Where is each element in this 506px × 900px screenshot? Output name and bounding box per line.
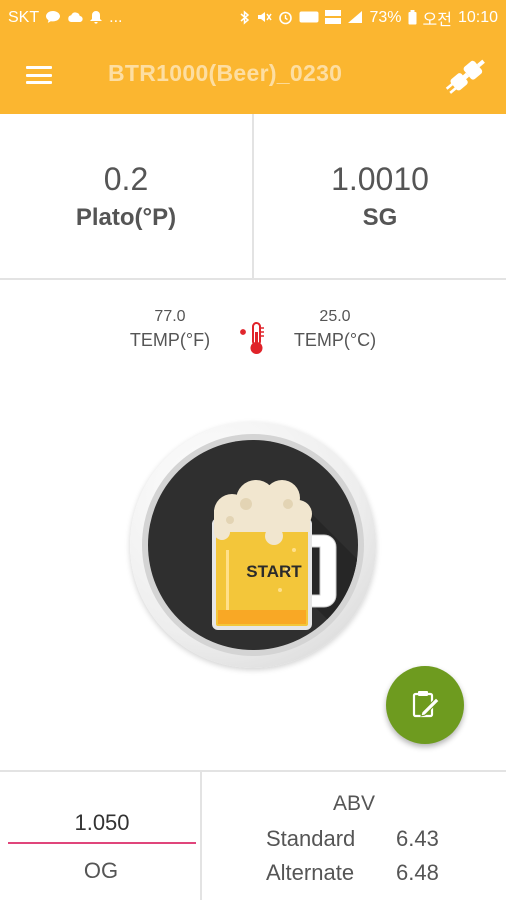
abv-alternate-value: 6.48 [396, 860, 439, 885]
carrier-label: SKT [8, 9, 40, 26]
thermometer-icon [240, 322, 264, 354]
sg-reading: 1.0010 SG [252, 114, 506, 278]
temp-c-value: 25.0 [319, 308, 351, 325]
abv-alternate-label: Alternate [266, 860, 355, 885]
app-screen: SKT ... 73% 오전 10:10 BTR1000(Beer)_0230 … [0, 0, 506, 900]
lte-icon [325, 10, 342, 26]
connection-button[interactable] [438, 48, 494, 104]
button-disc: START [148, 440, 358, 650]
start-label: START [246, 562, 302, 581]
clock: 10:10 [457, 9, 498, 26]
cloud-icon [67, 11, 83, 25]
readings-panel: 0.2 Plato(°P) 1.0010 SG [0, 114, 506, 280]
temp-c-label: TEMP(°C) [293, 330, 377, 350]
temp-f-value: 77.0 [154, 308, 186, 325]
alarm-icon [278, 10, 293, 27]
signal-icon [347, 10, 363, 26]
temp-f-label: TEMP(°F) [129, 330, 211, 350]
bell-icon [89, 10, 103, 27]
clipboard-edit-icon [412, 691, 440, 718]
plato-value: 0.2 [103, 160, 149, 197]
temperature-panel: 77.0 TEMP(°F) 25.0 TEMP(°C) [0, 308, 506, 368]
bluetooth-icon [240, 9, 250, 27]
chat-bubble-icon [45, 10, 61, 26]
hamburger-icon [26, 66, 52, 84]
battery-icon [408, 9, 417, 27]
hd-icon [299, 11, 319, 25]
abv-standard-label: Standard [266, 826, 356, 851]
status-bar: SKT ... 73% 오전 10:10 [0, 0, 506, 36]
temp-celsius: 25.0 TEMP(°C) [285, 308, 385, 351]
abv-row-alternate: Alternate 6.48 [266, 860, 456, 886]
temp-fahrenheit: 77.0 TEMP(°F) [120, 308, 220, 351]
battery-percent: 73% [369, 9, 402, 26]
mute-icon [256, 10, 273, 26]
more-notifications: ... [109, 9, 123, 26]
og-label: OG [83, 858, 119, 883]
abv-standard-value: 6.43 [396, 826, 439, 851]
sg-unit: SG [362, 203, 398, 231]
start-button[interactable]: START [130, 422, 376, 668]
page-title: BTR1000(Beer)_0230 [108, 60, 343, 86]
beer-mug-icon [212, 480, 358, 650]
menu-button[interactable] [0, 36, 78, 114]
app-bar: BTR1000(Beer)_0230 [0, 36, 506, 114]
og-input[interactable] [8, 804, 196, 844]
plato-unit: Plato(°P) [75, 203, 177, 231]
abv-title: ABV [332, 792, 376, 815]
abv-row-standard: Standard 6.43 [266, 826, 456, 852]
log-entry-button[interactable] [386, 666, 464, 744]
plug-icon [445, 59, 485, 94]
ampm-label: 오전 [422, 12, 452, 29]
sg-value: 1.0010 [331, 160, 429, 197]
og-panel: OG [0, 772, 202, 900]
bottom-panel: OG ABV Standard 6.43 Alternate 6.48 [0, 770, 506, 900]
plato-reading: 0.2 Plato(°P) [0, 114, 252, 278]
abv-panel: ABV Standard 6.43 Alternate 6.48 [202, 772, 506, 900]
